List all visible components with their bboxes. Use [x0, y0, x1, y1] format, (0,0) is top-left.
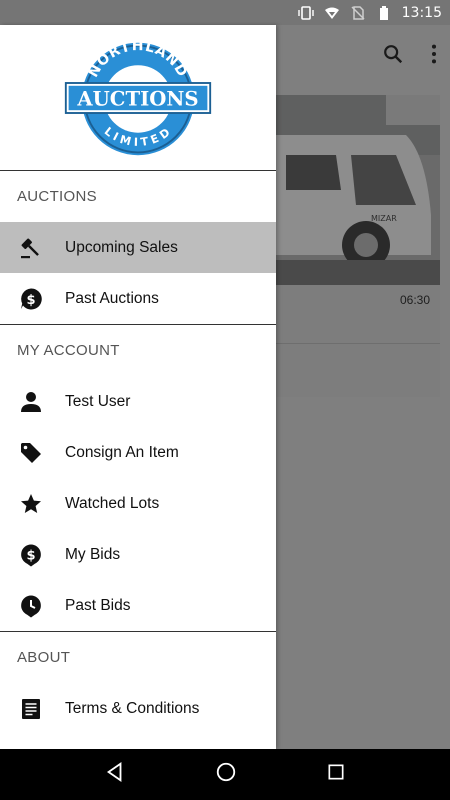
- gavel-icon: [18, 235, 44, 261]
- navigation-drawer: NORTHLAND LIMITED AUCTIONS AUCTIONS Upco…: [0, 25, 276, 749]
- system-nav-bar: [0, 749, 450, 800]
- nav-item-consign-an-item[interactable]: Consign An Item: [0, 427, 276, 478]
- nav-item-label: My Bids: [65, 545, 121, 563]
- clock-pin-icon: [18, 593, 44, 619]
- vehicle-text: MIZAR: [371, 214, 397, 223]
- northland-auctions-logo: NORTHLAND LIMITED AUCTIONS: [64, 38, 212, 155]
- recents-icon[interactable]: [326, 762, 346, 787]
- nav-item-test-user[interactable]: Test User: [0, 376, 276, 427]
- nav-item-label: Terms & Conditions: [65, 699, 200, 717]
- logo-main-text: AUCTIONS: [76, 87, 198, 110]
- star-icon: [18, 491, 44, 517]
- nav-item-my-bids[interactable]: $ My Bids: [0, 529, 276, 580]
- nav-item-label: Test User: [65, 392, 131, 410]
- nav-item-past-bids[interactable]: Past Bids: [0, 580, 276, 631]
- status-bar: 13:15: [0, 0, 450, 25]
- dollar-bubble-icon: $: [18, 286, 44, 312]
- document-icon: [18, 696, 44, 722]
- tag-icon: [18, 440, 44, 466]
- svg-text:$: $: [26, 293, 35, 308]
- status-time: 13:15: [401, 4, 442, 21]
- nav-item-watched-lots[interactable]: Watched Lots: [0, 478, 276, 529]
- home-icon[interactable]: [215, 761, 237, 788]
- nav-item-label: Watched Lots: [65, 494, 160, 512]
- back-icon[interactable]: [104, 761, 126, 788]
- nav-item-upcoming-sales[interactable]: Upcoming Sales: [0, 222, 276, 273]
- wifi-icon: [324, 5, 340, 21]
- drawer-header: NORTHLAND LIMITED AUCTIONS: [0, 25, 276, 171]
- sale-photo: MIZAR: [276, 95, 440, 285]
- nav-item-label: Consign An Item: [65, 443, 179, 461]
- nav-item-past-auctions[interactable]: $ Past Auctions: [0, 273, 276, 324]
- no-sim-icon: [350, 5, 366, 21]
- svg-text:$: $: [26, 548, 35, 563]
- search-icon[interactable]: [382, 43, 404, 70]
- section-title-auctions: AUCTIONS: [17, 188, 97, 205]
- nav-item-label: Past Auctions: [65, 289, 159, 307]
- battery-icon: [376, 5, 392, 21]
- vibrate-icon: [297, 5, 314, 21]
- sale-time: 06:30: [399, 293, 430, 307]
- dollar-pin-icon: $: [18, 542, 44, 568]
- more-options-icon[interactable]: [430, 43, 438, 70]
- section-title-my-account: MY ACCOUNT: [17, 342, 120, 359]
- sale-card-2[interactable]: [276, 343, 440, 397]
- nav-item-label: Upcoming Sales: [65, 238, 178, 256]
- person-icon: [18, 389, 44, 415]
- nav-item-label: Past Bids: [65, 596, 131, 614]
- nav-item-terms-conditions[interactable]: Terms & Conditions: [0, 683, 276, 734]
- section-title-about: ABOUT: [17, 649, 71, 666]
